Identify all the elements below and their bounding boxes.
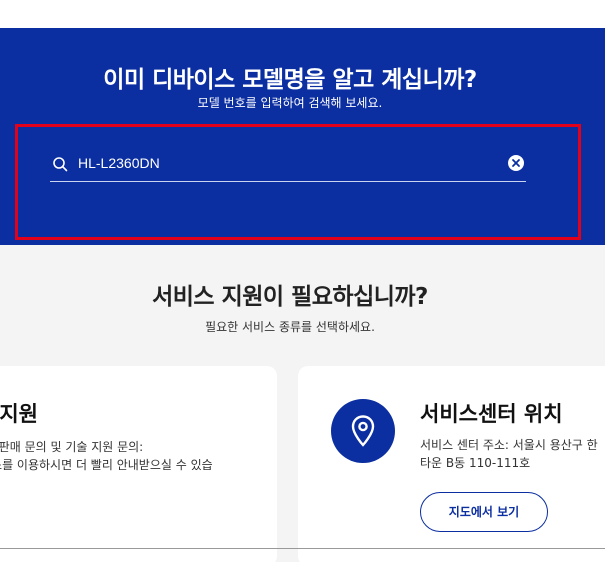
card-text-line: 타운 B동 110-111호 <box>420 456 531 470</box>
model-search-section: 이미 디바이스 모델명을 알고 계십니까? 모델 번호를 입력하여 검색해 보세… <box>0 28 605 245</box>
clear-icon[interactable] <box>508 155 524 171</box>
card-text-line: 원, 판매 문의 및 기술 지원 문의: <box>0 440 144 454</box>
card-heading: 택지원 <box>0 402 38 426</box>
search-icon <box>52 156 68 172</box>
view-on-map-button[interactable]: 지도에서 보기 <box>420 492 548 532</box>
service-subtitle: 필요한 서비스 종류를 선택하세요. <box>205 320 375 334</box>
service-title: 서비스 지원이 필요하십니까? <box>152 284 428 310</box>
contact-support-card[interactable]: 택지원 원, 판매 문의 및 기술 지원 문의: 비스를 이용하시면 더 빨리 … <box>0 366 277 566</box>
highlight-box <box>15 124 581 240</box>
card-heading: 서비스센터 위치 <box>420 402 563 426</box>
card-text-line: 서비스 센터 주소: 서울시 용산구 한 <box>420 438 598 452</box>
card-text-line: 비스를 이용하시면 더 빨리 안내받으실 수 있습 <box>0 458 213 472</box>
location-pin-icon <box>331 399 395 463</box>
service-support-section: 서비스 지원이 필요하십니까? 필요한 서비스 종류를 선택하세요. 택지원 원… <box>0 245 605 566</box>
service-center-card: 서비스센터 위치 서비스 센터 주소: 서울시 용산구 한 타운 B동 110-… <box>298 366 605 566</box>
model-search-input[interactable]: HL-L2360DN <box>78 155 160 171</box>
hero-title: 이미 디바이스 모델명을 알고 계십니까? <box>103 67 477 93</box>
top-strip <box>0 0 605 28</box>
hero-subtitle: 모델 번호를 입력하여 검색해 보세요. <box>197 96 383 110</box>
divider <box>0 548 605 549</box>
model-search-field[interactable]: HL-L2360DN <box>50 149 526 182</box>
